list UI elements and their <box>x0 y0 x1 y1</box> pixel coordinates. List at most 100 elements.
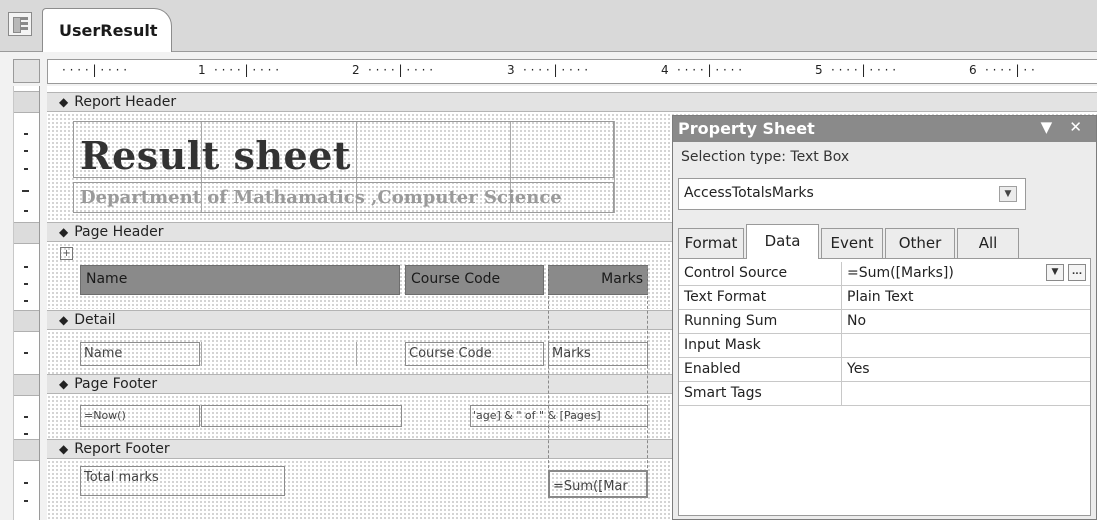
control-select[interactable]: AccessTotalsMarks ▼ <box>678 178 1026 210</box>
section-selector-report-header[interactable] <box>14 91 39 113</box>
property-value[interactable]: No <box>842 310 1090 333</box>
report-selector[interactable] <box>13 59 40 83</box>
ruler-tick <box>24 416 28 418</box>
property-value-text: =Sum([Marks]) <box>847 265 954 281</box>
property-row[interactable]: Text Format Plain Text <box>679 286 1090 310</box>
tab-label: Other <box>898 234 942 252</box>
report-title[interactable]: Result sheet <box>80 133 351 178</box>
property-value[interactable] <box>842 382 1090 405</box>
ruler-tick <box>24 168 28 170</box>
section-arrow-icon: ◆ <box>59 95 69 109</box>
ruler-number: 1 <box>198 63 206 77</box>
close-icon[interactable]: ▼ ✕ <box>1041 118 1088 136</box>
property-name: Input Mask <box>679 334 842 357</box>
section-arrow-icon: ◆ <box>59 442 69 456</box>
date-field[interactable]: =Now() <box>80 405 200 427</box>
ruler-tick <box>24 433 28 435</box>
section-selector-page-footer[interactable] <box>14 374 39 396</box>
tab-userresult[interactable]: UserResult <box>42 8 172 52</box>
name-field[interactable]: Name <box>80 342 200 366</box>
name-field-text: Name <box>84 346 123 361</box>
control-select-value: AccessTotalsMarks <box>684 185 814 201</box>
course-code-label-text: Course Code <box>411 271 501 287</box>
section-label: Page Header <box>74 224 164 240</box>
course-code-field[interactable]: Course Code <box>405 342 544 366</box>
report-icon[interactable] <box>8 12 32 36</box>
horizontal-ruler[interactable]: · · · · | · · · · 1 · · · · | · · · · 2 … <box>47 59 1097 84</box>
selection-guide <box>548 266 648 498</box>
section-label: Detail <box>74 312 116 328</box>
report-subtitle[interactable]: Department of Mathamatics ,Computer Scie… <box>80 187 562 208</box>
ruler-number: 3 <box>507 63 515 77</box>
property-name: Running Sum <box>679 310 842 333</box>
chevron-down-icon[interactable]: ▼ <box>1046 264 1064 281</box>
section-selector-report-footer[interactable] <box>14 439 39 461</box>
ruler-number: 6 <box>969 63 977 77</box>
section-selector-detail[interactable] <box>14 310 39 332</box>
ruler-tick <box>24 300 28 302</box>
property-sheet-titlebar[interactable]: Property Sheet ▼ ✕ <box>673 116 1096 142</box>
ruler-tick <box>24 482 28 484</box>
property-name: Text Format <box>679 286 842 309</box>
section-selector-page-header[interactable] <box>14 222 39 244</box>
property-value[interactable]: =Sum([Marks]) ▼ ... <box>842 262 1090 285</box>
property-grid[interactable]: Control Source =Sum([Marks]) ▼ ... Text … <box>678 258 1091 516</box>
course-code-label[interactable]: Course Code <box>405 265 544 295</box>
date-field-text: =Now() <box>84 409 126 422</box>
ruler-number: 4 <box>661 63 669 77</box>
ruler-tick <box>22 190 29 192</box>
section-label: Report Header <box>74 94 177 110</box>
property-value[interactable]: Yes <box>842 358 1090 381</box>
total-marks-label-text: Total marks <box>84 470 159 485</box>
tab-all[interactable]: All <box>957 228 1019 258</box>
tab-event[interactable]: Event <box>821 228 883 258</box>
tab-label: UserResult <box>59 21 158 40</box>
layout-selector-icon[interactable]: + <box>60 247 73 260</box>
ruler-tick <box>24 210 28 212</box>
section-bar-report-header[interactable]: ◆ Report Header <box>47 92 1097 112</box>
property-name: Control Source <box>679 262 842 285</box>
section-arrow-icon: ◆ <box>59 225 69 239</box>
builder-button[interactable]: ... <box>1068 264 1086 281</box>
blank-field[interactable] <box>201 405 402 427</box>
ruler-number: 2 <box>352 63 360 77</box>
ruler-tick <box>24 150 28 152</box>
tab-label: All <box>978 234 998 252</box>
chevron-down-icon[interactable]: ▼ <box>999 186 1017 202</box>
property-value[interactable]: Plain Text <box>842 286 1090 309</box>
ruler-tick <box>24 133 28 135</box>
property-row[interactable]: Smart Tags <box>679 382 1090 406</box>
column-guide <box>356 342 357 366</box>
tab-format[interactable]: Format <box>678 228 744 258</box>
tab-other[interactable]: Other <box>885 228 955 258</box>
section-label: Report Footer <box>74 441 170 457</box>
property-row[interactable]: Running Sum No <box>679 310 1090 334</box>
tab-label: Data <box>764 232 801 250</box>
tab-label: Event <box>830 234 874 252</box>
tab-label: Format <box>684 234 738 252</box>
section-arrow-icon: ◆ <box>59 377 69 391</box>
name-label[interactable]: Name <box>80 265 400 295</box>
ruler-tick <box>24 266 28 268</box>
property-name: Enabled <box>679 358 842 381</box>
ruler-tick <box>24 500 28 502</box>
document-tab-strip: UserResult <box>0 0 1097 52</box>
property-row[interactable]: Control Source =Sum([Marks]) ▼ ... <box>679 262 1090 286</box>
name-label-text: Name <box>86 271 128 287</box>
property-value[interactable] <box>842 334 1090 357</box>
tab-data[interactable]: Data <box>746 224 819 259</box>
column-guide <box>201 342 202 366</box>
property-name: Smart Tags <box>679 382 842 405</box>
section-label: Page Footer <box>74 376 158 392</box>
property-row[interactable]: Input Mask <box>679 334 1090 358</box>
property-row[interactable]: Enabled Yes <box>679 358 1090 382</box>
property-sheet[interactable]: Property Sheet ▼ ✕ Selection type: Text … <box>672 115 1097 520</box>
property-sheet-title: Property Sheet <box>678 119 815 138</box>
column-guide <box>614 121 615 213</box>
total-marks-label[interactable]: Total marks <box>80 466 285 496</box>
ruler-number: 5 <box>815 63 823 77</box>
selection-type: Selection type: Text Box <box>681 149 850 165</box>
course-code-field-text: Course Code <box>409 346 492 361</box>
ruler-tick <box>24 352 28 354</box>
ruler-tick <box>24 283 28 285</box>
